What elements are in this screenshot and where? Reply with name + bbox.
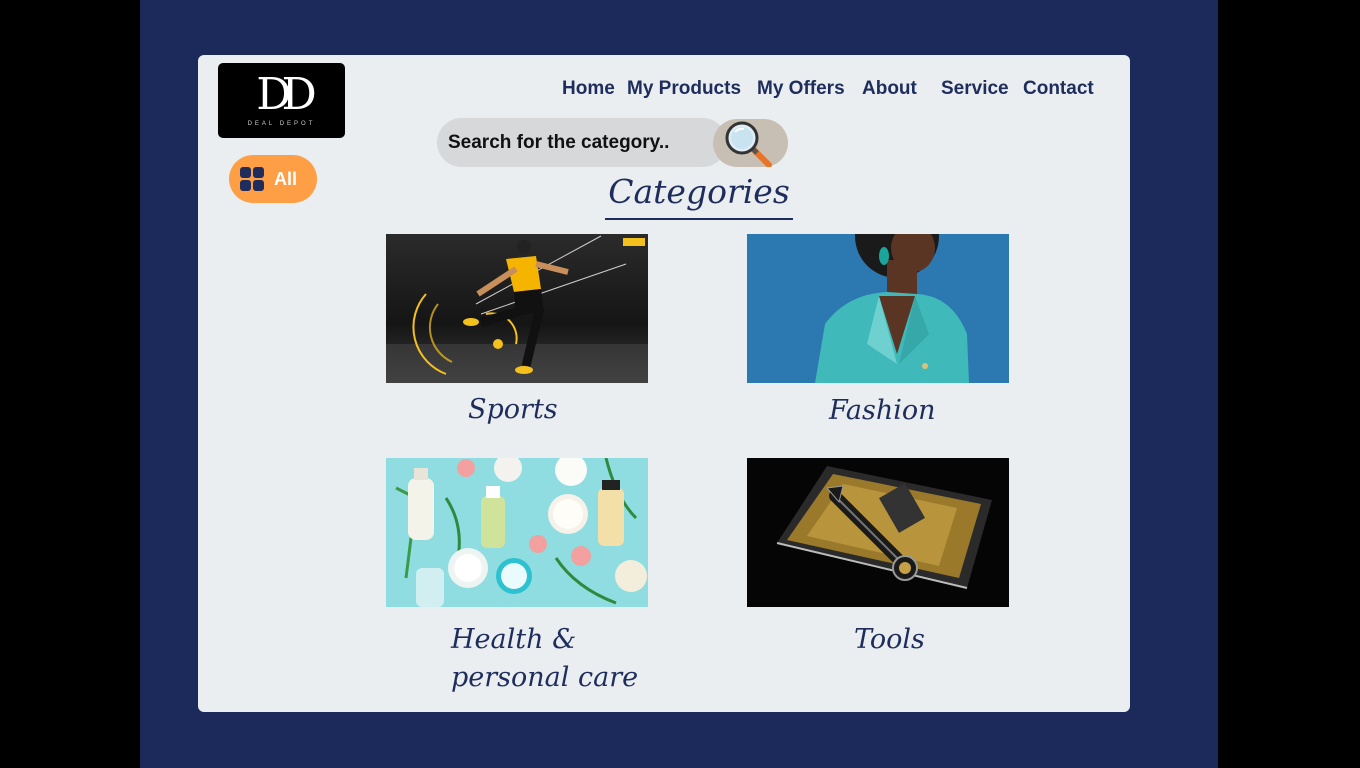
category-label-health-line2[interactable]: personal care bbox=[451, 659, 638, 697]
nav-about[interactable]: About bbox=[862, 78, 917, 100]
category-label-health-line1[interactable]: Health & bbox=[451, 621, 576, 659]
logo-mark: DD bbox=[256, 69, 317, 120]
search-input[interactable] bbox=[437, 118, 718, 167]
title-underline bbox=[605, 218, 793, 220]
category-image-health[interactable] bbox=[386, 458, 648, 607]
logo-subtitle: DEAL DEPOT bbox=[247, 121, 316, 127]
nav-my-offers[interactable]: My Offers bbox=[757, 78, 845, 100]
search-bar bbox=[437, 118, 727, 167]
grid-icon bbox=[240, 167, 265, 191]
category-image-sports[interactable] bbox=[386, 234, 648, 383]
nav-contact[interactable]: Contact bbox=[1023, 78, 1094, 100]
all-button-label: All bbox=[274, 169, 298, 189]
category-label-fashion[interactable]: Fashion bbox=[829, 392, 936, 430]
nav-service[interactable]: Service bbox=[941, 78, 1009, 100]
search-button[interactable] bbox=[713, 119, 788, 168]
category-label-sports[interactable]: Sports bbox=[468, 391, 558, 429]
all-categories-button[interactable]: All bbox=[229, 155, 317, 203]
magnifier-icon bbox=[725, 121, 772, 168]
nav-home[interactable]: Home bbox=[562, 78, 615, 100]
page-title: Categories bbox=[608, 172, 790, 211]
brand-logo[interactable]: DD DEAL DEPOT bbox=[218, 63, 345, 138]
category-image-tools[interactable] bbox=[747, 458, 1009, 607]
category-label-tools[interactable]: Tools bbox=[854, 621, 925, 659]
category-image-fashion[interactable] bbox=[747, 234, 1009, 383]
nav-my-products[interactable]: My Products bbox=[627, 78, 741, 100]
